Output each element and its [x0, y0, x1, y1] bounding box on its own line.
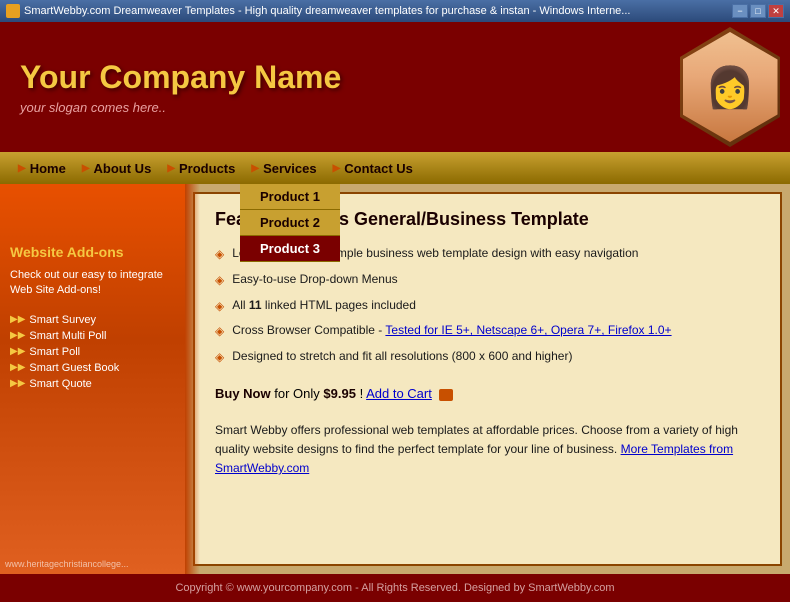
add-to-cart-link[interactable]: Add to Cart — [366, 386, 432, 401]
sidebar-arrow-survey: ▶▶ — [10, 314, 25, 325]
sidebar-description: Check out our easy to integrate Web Site… — [10, 268, 175, 299]
sidebar-arrow-quote: ▶▶ — [10, 378, 25, 389]
sidebar-arrow-poll: ▶▶ — [10, 346, 25, 357]
nav-home[interactable]: ▶ Home — [10, 161, 74, 176]
bullet-4: ◈ — [215, 323, 224, 340]
bullet-1: ◈ — [215, 246, 224, 263]
feature-item-4: ◈ Cross Browser Compatible - Tested for … — [215, 322, 760, 340]
nav-arrow-contact: ▶ — [333, 163, 341, 174]
bullet-5: ◈ — [215, 349, 224, 366]
footer: Copyright © www.yourcompany.com - All Ri… — [0, 574, 790, 602]
price-text: $9.95 — [323, 386, 356, 401]
nav-arrow-about: ▶ — [82, 163, 90, 174]
header-image: 👩 — [680, 27, 780, 147]
feature-item-2: ◈ Easy-to-use Drop-down Menus — [215, 271, 760, 289]
buy-now-text: Buy Now — [215, 386, 271, 401]
sidebar: Website Add-ons Check out our easy to in… — [0, 184, 185, 574]
nav-arrow-home: ▶ — [18, 163, 26, 174]
features-list: ◈ Low-cost smart & simple business web t… — [215, 245, 760, 366]
body-text: Smart Webby offers professional web temp… — [215, 421, 760, 479]
products-dropdown: Product 1 Product 2 Product 3 — [240, 184, 340, 262]
feature-item-5: ◈ Designed to stretch and fit all resolu… — [215, 348, 760, 366]
dropdown-product1[interactable]: Product 1 — [240, 184, 340, 210]
buy-section: Buy Now for Only $9.95 ! Add to Cart — [215, 386, 760, 401]
nav-products[interactable]: ▶ Products — [159, 161, 243, 176]
sidebar-link-quote[interactable]: ▶▶ Smart Quote — [10, 378, 175, 390]
bullet-3: ◈ — [215, 298, 224, 315]
sidebar-link-guestbook[interactable]: ▶▶ Smart Guest Book — [10, 362, 175, 374]
nav-arrow-products: ▶ — [167, 163, 175, 174]
nav-arrow-services: ▶ — [251, 163, 259, 174]
cross-browser-link[interactable]: Tested for IE 5+, Netscape 6+, Opera 7+,… — [385, 323, 671, 337]
nav-services[interactable]: ▶ Services — [243, 161, 324, 176]
company-name: Your Company Name — [20, 59, 341, 96]
cart-icon — [439, 389, 453, 401]
header: Your Company Name your slogan comes here… — [0, 22, 790, 152]
nav-about-us[interactable]: ▶ About Us — [74, 161, 159, 176]
dropdown-product3[interactable]: Product 3 — [240, 236, 340, 262]
nav-contact-us[interactable]: ▶ Contact Us — [325, 161, 421, 176]
title-bar: SmartWebby.com Dreamweaver Templates - H… — [0, 0, 790, 22]
bullet-2: ◈ — [215, 272, 224, 289]
header-text: Your Company Name your slogan comes here… — [20, 59, 341, 115]
dropdown-product2[interactable]: Product 2 — [240, 210, 340, 236]
main-layout: Website Add-ons Check out our easy to in… — [0, 184, 790, 574]
sidebar-link-survey[interactable]: ▶▶ Smart Survey — [10, 314, 175, 326]
slogan: your slogan comes here.. — [20, 100, 341, 115]
close-button[interactable]: ✕ — [768, 4, 784, 18]
sidebar-link-poll[interactable]: ▶▶ Smart Poll — [10, 346, 175, 358]
maximize-button[interactable]: □ — [750, 4, 766, 18]
sidebar-title: Website Add-ons — [10, 244, 175, 260]
nav-bar: ▶ Home ▶ About Us ▶ Products ▶ Services … — [0, 152, 790, 184]
title-bar-text: SmartWebby.com Dreamweaver Templates - H… — [24, 5, 732, 17]
sidebar-arrow-multipoll: ▶▶ — [10, 330, 25, 341]
footer-text: Copyright © www.yourcompany.com - All Ri… — [175, 582, 614, 594]
header-person: 👩 — [683, 32, 778, 142]
browser-icon — [6, 4, 20, 18]
sidebar-link-multipoll[interactable]: ▶▶ Smart Multi Poll — [10, 330, 175, 342]
feature-item-3: ◈ All 11 linked HTML pages included — [215, 297, 760, 315]
title-bar-buttons: − □ ✕ — [732, 4, 784, 18]
sidebar-bottom-text: www.heritagechristiancollege... — [5, 559, 129, 569]
minimize-button[interactable]: − — [732, 4, 748, 18]
feature-bold: 11 — [249, 298, 262, 312]
sidebar-arrow-guestbook: ▶▶ — [10, 362, 25, 373]
